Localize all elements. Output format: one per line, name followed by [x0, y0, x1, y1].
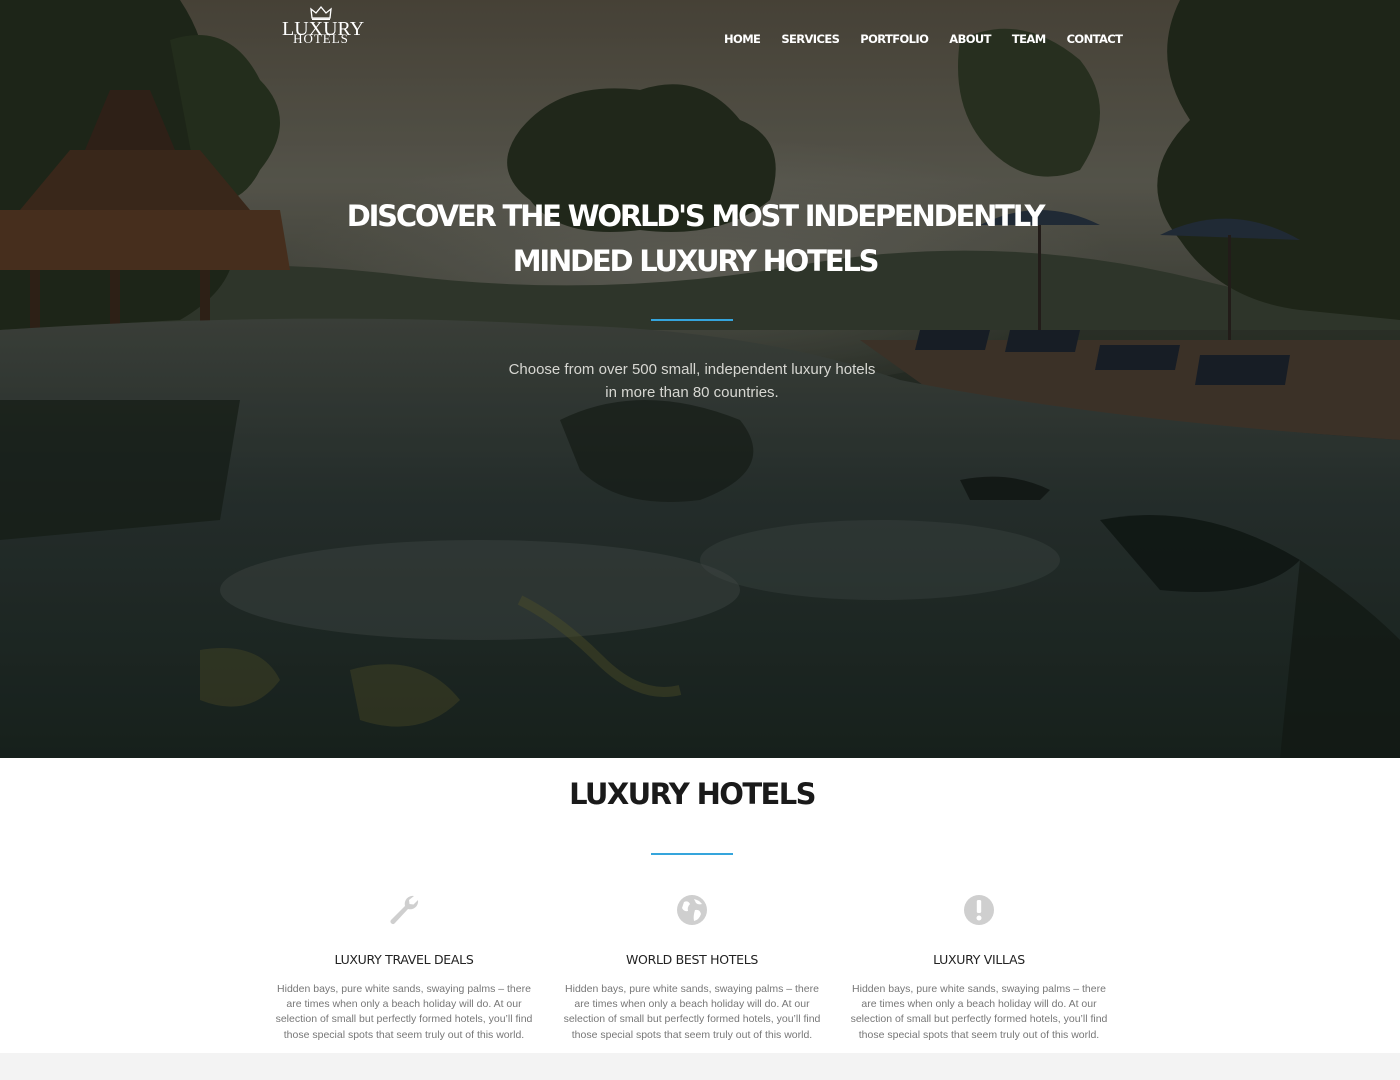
wrench-icon [390, 895, 419, 924]
nav-portfolio[interactable]: PORTFOLIO [860, 31, 929, 47]
hero-subtitle: Choose from over 500 small, independent … [480, 359, 904, 404]
next-section-band [0, 1053, 1400, 1080]
hero-subtitle-line2: in more than 80 countries. [605, 383, 779, 401]
feature-text: Hidden bays, pure white sands, swaying p… [563, 983, 821, 1041]
main-nav: HOME SERVICES PORTFOLIO ABOUT TEAM CONTA… [724, 31, 1143, 47]
hero-title: DISCOVER THE WORLD'S MOST INDEPENDENTLY … [300, 194, 1090, 284]
nav-team[interactable]: TEAM [1012, 31, 1046, 47]
nav-contact[interactable]: CONTACT [1067, 31, 1123, 47]
globe-icon [677, 895, 707, 925]
feature-world-best-hotels: WORLD BEST HOTELS Hidden bays, pure whit… [561, 890, 823, 1043]
nav-home[interactable]: HOME [724, 31, 761, 47]
hero-divider [651, 319, 733, 321]
hero-section: LUXURY HOTELS HOME SERVICES PORTFOLIO AB… [0, 0, 1400, 758]
brand-line2: HOTELS [293, 31, 349, 46]
feature-title: LUXURY VILLAS [933, 952, 1025, 967]
feature-title: LUXURY TRAVEL DEALS [334, 952, 474, 967]
feature-luxury-villas: LUXURY VILLAS Hidden bays, pure white sa… [848, 890, 1110, 1043]
exclamation-circle-icon [964, 895, 994, 925]
section-divider [651, 853, 733, 855]
feature-title: WORLD BEST HOTELS [625, 952, 759, 967]
hero-title-line2: MINDED LUXURY HOTELS [512, 244, 880, 278]
hero-subtitle-line1: Choose from over 500 small, independent … [508, 361, 876, 378]
nav-services[interactable]: SERVICES [781, 31, 840, 47]
nav-about[interactable]: ABOUT [949, 31, 991, 47]
feature-luxury-travel-deals: LUXURY TRAVEL DEALS Hidden bays, pure wh… [273, 890, 535, 1043]
feature-text: Hidden bays, pure white sands, swaying p… [275, 983, 533, 1041]
brand-logo[interactable]: LUXURY HOTELS [282, 6, 364, 54]
hero-title-line1: DISCOVER THE WORLD'S MOST INDEPENDENTLY [346, 199, 1046, 233]
section-title: LUXURY HOTELS [569, 777, 816, 811]
feature-text: Hidden bays, pure white sands, swaying p… [850, 983, 1108, 1041]
